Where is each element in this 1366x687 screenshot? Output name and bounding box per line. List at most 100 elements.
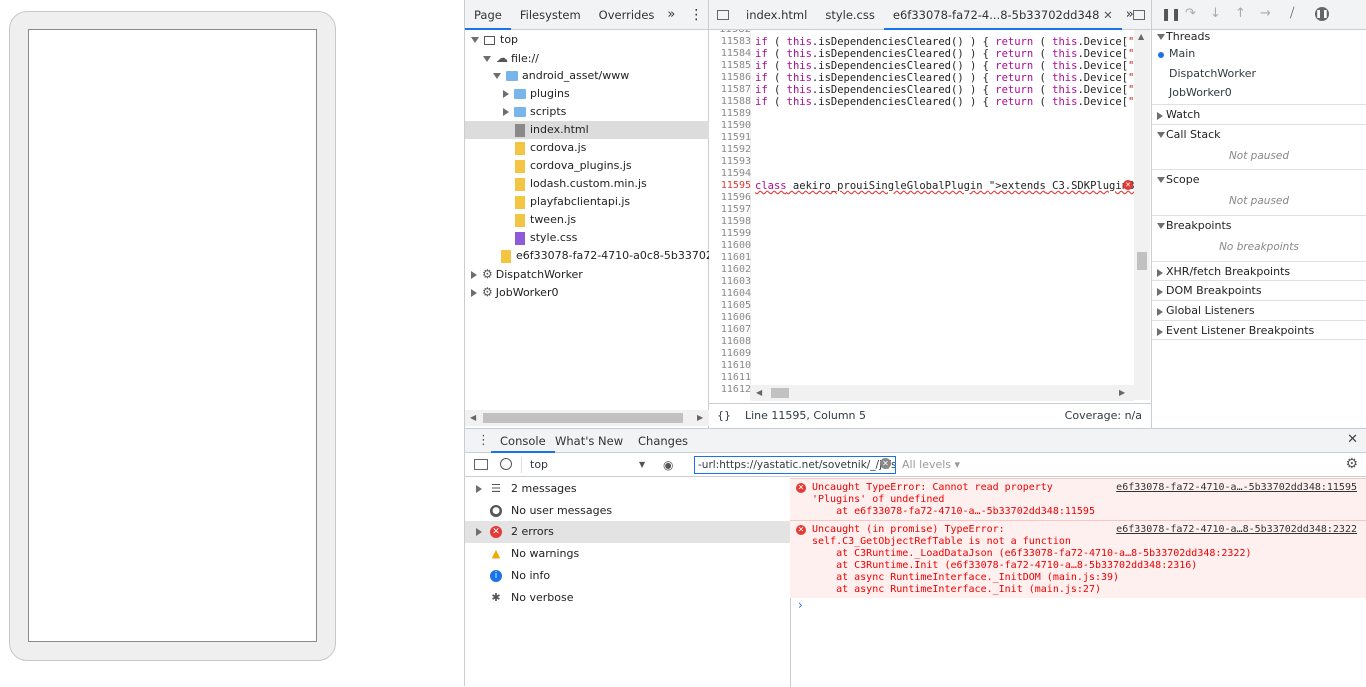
line-number[interactable]: 11585 bbox=[709, 60, 751, 72]
line-number[interactable]: 11601 bbox=[709, 252, 751, 264]
line-number[interactable]: 11600 bbox=[709, 240, 751, 252]
line-number[interactable]: 11596 bbox=[709, 192, 751, 204]
expand-icon[interactable] bbox=[483, 56, 491, 62]
breakpoints-section-header[interactable]: Breakpoints bbox=[1152, 215, 1366, 235]
line-number[interactable]: 11608 bbox=[709, 336, 751, 348]
console-filter-list[interactable]: ☰ 2 messages bbox=[465, 478, 791, 500]
line-number[interactable]: 11604 bbox=[709, 288, 751, 300]
tab-page[interactable]: Page bbox=[465, 0, 511, 30]
error-source-link[interactable]: e6f33078-fa72-4710-a…8-5b33702dd348:2322 bbox=[1116, 524, 1357, 535]
tab-filesystem[interactable]: Filesystem bbox=[511, 0, 590, 30]
event-listener-breakpoints-header[interactable]: Event Listener Breakpoints bbox=[1152, 320, 1366, 340]
step-icon[interactable]: → bbox=[1260, 6, 1271, 21]
toggle-debugger-icon[interactable] bbox=[1127, 0, 1151, 30]
expand-icon[interactable] bbox=[493, 73, 501, 79]
expand-icon[interactable] bbox=[476, 528, 482, 537]
console-filter-error[interactable]: ✕ 2 errors bbox=[465, 521, 791, 544]
expand-icon[interactable] bbox=[471, 271, 477, 279]
error-source-link[interactable]: e6f33078-fa72-4710-a…-5b33702dd348:11595 bbox=[1116, 482, 1357, 493]
line-number[interactable]: 11593 bbox=[709, 156, 751, 168]
line-number[interactable]: 11587 bbox=[709, 84, 751, 96]
xhr-breakpoints-header[interactable]: XHR/fetch Breakpoints bbox=[1152, 261, 1366, 281]
tree-item[interactable]: ☁ file:// bbox=[465, 49, 709, 67]
tree-item[interactable]: top bbox=[465, 31, 709, 49]
console-error-message[interactable]: ✕ Uncaught (in promise) TypeError: self.C3… bbox=[790, 520, 1366, 598]
console-error-message[interactable]: ✕ Uncaught TypeError: Cannot read propert… bbox=[790, 478, 1366, 520]
tree-item[interactable]: cordova.js bbox=[465, 139, 709, 157]
tree-item[interactable]: tween.js bbox=[465, 211, 709, 229]
line-number[interactable]: 11595 bbox=[709, 180, 751, 192]
pause-icon[interactable]: ❚❚ bbox=[1161, 7, 1181, 21]
watch-section-header[interactable]: Watch bbox=[1152, 104, 1366, 124]
deactivate-breakpoints-icon[interactable]: ⧸ bbox=[1290, 6, 1294, 21]
line-number[interactable]: 11597 bbox=[709, 204, 751, 216]
line-number[interactable]: 11590 bbox=[709, 120, 751, 132]
tree-item[interactable]: scripts bbox=[465, 103, 709, 121]
toggle-sidebar-icon[interactable] bbox=[474, 459, 488, 470]
pretty-print-button[interactable]: {} bbox=[717, 404, 731, 428]
log-levels-dropdown[interactable]: All levels ▾ bbox=[902, 457, 960, 473]
editor-vscrollbar[interactable]: ▲ bbox=[1134, 30, 1150, 400]
line-number[interactable]: 11589 bbox=[709, 108, 751, 120]
console-prompt[interactable]: › bbox=[798, 598, 803, 612]
scroll-thumb[interactable] bbox=[771, 388, 789, 398]
context-selector[interactable]: top bbox=[530, 457, 548, 473]
line-number[interactable]: 11609 bbox=[709, 348, 751, 360]
tree-item[interactable]: index.html bbox=[465, 121, 709, 139]
tree-item[interactable]: playfabclientapi.js bbox=[465, 193, 709, 211]
console-filter-warning[interactable]: ▲ No warnings bbox=[465, 543, 791, 565]
tree-item[interactable]: style.css bbox=[465, 229, 709, 247]
console-filter-user[interactable]: ● No user messages bbox=[465, 500, 791, 522]
scroll-thumb[interactable] bbox=[1137, 252, 1147, 270]
line-number[interactable]: 11584 bbox=[709, 48, 751, 60]
line-number[interactable]: 11583 bbox=[709, 36, 751, 48]
tree-item[interactable]: android_asset/www bbox=[465, 67, 709, 85]
eye-icon[interactable]: ◉ bbox=[663, 458, 673, 472]
device-screen[interactable] bbox=[28, 29, 317, 642]
tree-item[interactable]: e6f33078-fa72-4710-a0c8-5b33702dd34 bbox=[465, 247, 741, 265]
expand-icon[interactable] bbox=[471, 37, 479, 43]
close-tab-icon[interactable]: ✕ bbox=[1103, 8, 1113, 22]
toggle-navigator-icon[interactable] bbox=[709, 0, 737, 30]
scroll-thumb[interactable] bbox=[483, 413, 683, 423]
expand-icon[interactable] bbox=[503, 90, 509, 98]
expand-icon[interactable] bbox=[503, 108, 509, 116]
scroll-right-icon[interactable]: ▶ bbox=[1119, 388, 1125, 397]
line-number[interactable]: 11603 bbox=[709, 276, 751, 288]
scope-section-header[interactable]: Scope bbox=[1152, 169, 1366, 189]
line-number[interactable]: 11591 bbox=[709, 132, 751, 144]
tab-whats-new[interactable]: What's New bbox=[555, 429, 623, 453]
line-number[interactable]: 11612 bbox=[709, 384, 751, 396]
step-over-icon[interactable]: ↷ bbox=[1185, 6, 1196, 21]
line-number[interactable]: 11594 bbox=[709, 168, 751, 180]
console-filter-bug[interactable]: ✱ No verbose bbox=[465, 587, 791, 609]
error-marker-icon[interactable]: ✕ bbox=[1123, 180, 1133, 190]
drawer-menu-icon[interactable]: ⋮ bbox=[477, 433, 490, 448]
line-number[interactable]: 11592 bbox=[709, 144, 751, 156]
expand-icon[interactable] bbox=[471, 289, 477, 297]
global-listeners-header[interactable]: Global Listeners bbox=[1152, 300, 1366, 320]
line-number[interactable]: 11602 bbox=[709, 264, 751, 276]
navigator-hscrollbar[interactable]: ◀ ▶ bbox=[465, 410, 709, 426]
line-number[interactable]: 11588 bbox=[709, 96, 751, 108]
editor-hscrollbar[interactable]: ◀ ▶ bbox=[751, 385, 1134, 401]
tree-item[interactable]: cordova_plugins.js bbox=[465, 157, 709, 175]
console-filter-info[interactable]: i No info bbox=[465, 565, 791, 587]
line-number[interactable]: 11610 bbox=[709, 360, 751, 372]
scroll-up-icon[interactable]: ▲ bbox=[1138, 32, 1144, 41]
coverage-status[interactable]: Coverage: n/a bbox=[1065, 404, 1142, 428]
scroll-left-icon[interactable]: ◀ bbox=[470, 413, 476, 422]
editor-tab-style-css[interactable]: style.css bbox=[816, 0, 884, 30]
line-number[interactable]: 11586 bbox=[709, 72, 751, 84]
more-tabs-icon[interactable]: » bbox=[663, 0, 679, 30]
tree-item[interactable]: lodash.custom.min.js bbox=[465, 175, 709, 193]
clear-console-icon[interactable] bbox=[500, 458, 512, 470]
thread-jobworker[interactable]: JobWorker0 bbox=[1169, 86, 1232, 99]
chevron-down-icon[interactable]: ▼ bbox=[639, 457, 645, 473]
line-number[interactable]: 11607 bbox=[709, 324, 751, 336]
scroll-left-icon[interactable]: ◀ bbox=[756, 388, 762, 397]
thread-dispatchworker[interactable]: DispatchWorker bbox=[1169, 67, 1256, 80]
clear-filter-icon[interactable]: ✕ bbox=[880, 458, 891, 469]
tab-overrides[interactable]: Overrides bbox=[590, 0, 664, 30]
scroll-right-icon[interactable]: ▶ bbox=[697, 413, 703, 422]
